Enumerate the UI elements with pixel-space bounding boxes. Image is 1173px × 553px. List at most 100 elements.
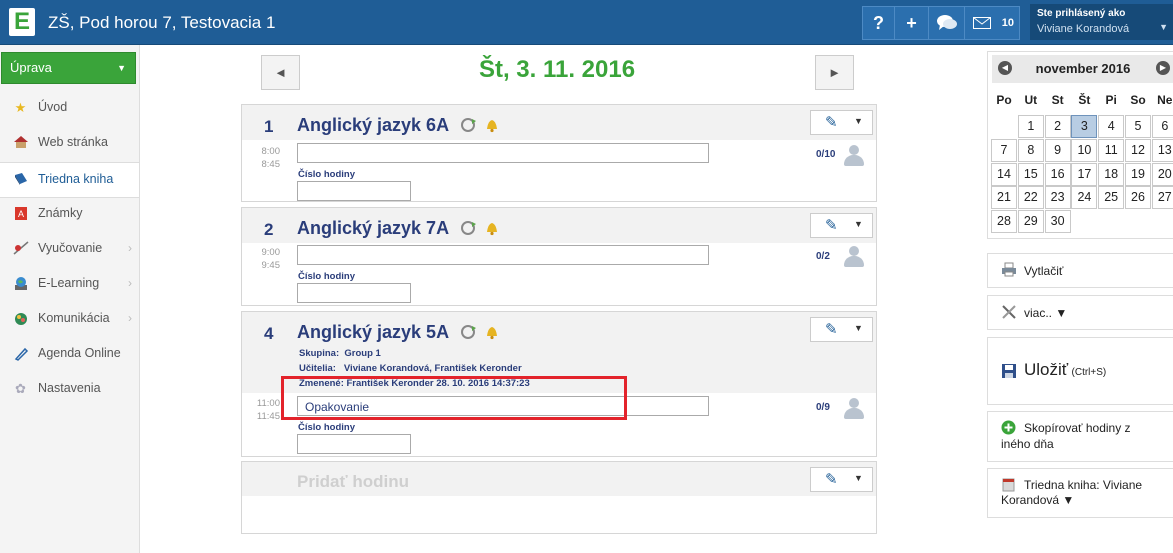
- sidebar-item-agenda-online[interactable]: Agenda Online: [0, 337, 139, 371]
- lesson-number-input[interactable]: [297, 181, 411, 201]
- lesson-time: 11:00 11:45: [250, 397, 280, 423]
- calendar-day[interactable]: 23: [1044, 186, 1071, 210]
- calendar-day[interactable]: 6: [1151, 115, 1173, 138]
- class-book-button[interactable]: Triedna kniha: Viviane Korandová ▼: [987, 468, 1173, 518]
- calendar-day[interactable]: 25: [1098, 186, 1125, 210]
- topic-input[interactable]: [297, 245, 709, 265]
- printer-icon: [1001, 262, 1017, 280]
- lesson-number-label: Číslo hodiny: [298, 271, 355, 282]
- settings-icon: ✿: [15, 381, 26, 396]
- copy-label-line1: Skopírovať hodiny z: [1024, 421, 1131, 435]
- sidebar-item-uvod[interactable]: ★ Úvod: [0, 91, 139, 125]
- next-month-button[interactable]: ▶: [1156, 61, 1170, 75]
- lesson-number-label: Číslo hodiny: [298, 422, 355, 433]
- calendar-day[interactable]: 27: [1151, 186, 1173, 210]
- app-logo[interactable]: E: [9, 8, 35, 36]
- topic-input[interactable]: [297, 143, 709, 163]
- day-title: Št, 3. 11. 2016: [478, 56, 636, 83]
- calendar-day[interactable]: 7: [991, 138, 1017, 162]
- save-label: Uložiť (Ctrl+S): [1024, 360, 1106, 380]
- calendar-day[interactable]: 13: [1151, 138, 1173, 162]
- teachers-value: Viviane Korandová, František Keronder: [343, 363, 522, 374]
- weekday-label: Po: [996, 93, 1012, 107]
- lesson-subject[interactable]: Anglický jazyk 5A: [297, 322, 449, 343]
- sidebar-item-label: Vyučovanie: [38, 241, 103, 255]
- edit-mode-button[interactable]: Úprava ▼: [1, 52, 136, 84]
- sidebar-item-komunikacia[interactable]: Komunikácia ›: [0, 302, 139, 336]
- user-menu[interactable]: Ste prihlásený ako Viviane Korandová ▼: [1030, 4, 1173, 40]
- teachers-label: Učitelia:: [299, 363, 336, 374]
- calendar-day[interactable]: 28: [991, 210, 1017, 234]
- calendar-day[interactable]: 11: [1098, 138, 1125, 162]
- calendar-day[interactable]: 30: [1044, 210, 1071, 234]
- pen-icon: [12, 346, 29, 362]
- sidebar-item-nastavenia[interactable]: ✿ Nastavenia: [0, 372, 139, 406]
- lesson-card: 1 Anglický jazyk 6A ✎ ▼ 8:00 8:45 Číslo ho…: [241, 104, 877, 202]
- lesson-number-input[interactable]: [297, 283, 411, 303]
- calendar-day[interactable]: 20: [1151, 162, 1173, 186]
- more-button[interactable]: viac.. ▼: [987, 295, 1173, 330]
- calendar-day[interactable]: 21: [991, 186, 1017, 210]
- add-lesson-label[interactable]: Pridať hodinu: [297, 472, 409, 492]
- attendance-icon[interactable]: [841, 246, 867, 268]
- sidebar-item-znamky[interactable]: A Známky: [0, 197, 139, 231]
- calendar-day[interactable]: 16: [1044, 162, 1071, 186]
- next-day-button[interactable]: ►: [815, 55, 854, 90]
- add-button[interactable]: +: [894, 6, 929, 40]
- previous-month-button[interactable]: ◀: [998, 61, 1012, 75]
- attendance-count[interactable]: 0/9: [816, 402, 830, 413]
- lesson-subject[interactable]: Anglický jazyk 6A: [297, 115, 449, 136]
- lesson-subject[interactable]: Anglický jazyk 7A: [297, 218, 449, 239]
- calendar-day[interactable]: 4: [1098, 115, 1125, 138]
- edit-icon: ✎: [825, 114, 838, 131]
- attendance-count[interactable]: 0/10: [816, 149, 835, 160]
- sidebar-item-triedna-kniha[interactable]: Triedna kniha: [0, 162, 139, 198]
- attendance-icon[interactable]: [841, 398, 867, 420]
- mail-button[interactable]: 10: [964, 6, 1020, 40]
- calendar-day[interactable]: 14: [991, 162, 1017, 186]
- print-button[interactable]: Vytlačiť: [987, 253, 1173, 288]
- edit-lesson-button[interactable]: ✎ ▼: [810, 317, 873, 342]
- sidebar-item-web[interactable]: Web stránka: [0, 126, 139, 160]
- lesson-number-input[interactable]: [297, 434, 411, 454]
- calendar-day[interactable]: 1: [1017, 115, 1044, 138]
- calendar-day[interactable]: 29: [1017, 210, 1044, 234]
- sidebar-item-vyucovanie[interactable]: Vyučovanie ›: [0, 232, 139, 266]
- calendar-day[interactable]: 19: [1125, 162, 1151, 186]
- copy-lessons-button[interactable]: Skopírovať hodiny z iného dňa: [987, 411, 1173, 462]
- save-button[interactable]: Uložiť (Ctrl+S): [987, 337, 1173, 405]
- calendar-day[interactable]: 2: [1044, 115, 1071, 138]
- calendar-day[interactable]: 18: [1098, 162, 1125, 186]
- start-time: 8:00: [261, 146, 281, 157]
- user-name: Viviane Korandová: [1037, 23, 1130, 35]
- globe-icon: [12, 276, 29, 292]
- lesson-number: 1: [264, 117, 274, 136]
- messages-button[interactable]: [928, 6, 965, 40]
- edit-lesson-button[interactable]: ✎ ▼: [810, 467, 873, 492]
- calendar-day[interactable]: 26: [1125, 186, 1151, 210]
- lesson-time: 8:00 8:45: [250, 145, 281, 171]
- edit-lesson-button[interactable]: ✎ ▼: [810, 213, 873, 238]
- calendar-day[interactable]: 22: [1017, 186, 1044, 210]
- help-button[interactable]: ?: [862, 6, 895, 40]
- house-icon: [12, 135, 29, 151]
- calendar-day[interactable]: 8: [1017, 138, 1044, 162]
- sidebar-item-e-learning[interactable]: E-Learning ›: [0, 267, 139, 301]
- user-caption: Ste prihlásený ako: [1037, 8, 1126, 19]
- attendance-icon[interactable]: [841, 145, 867, 167]
- calendar-day[interactable]: 5: [1125, 115, 1151, 138]
- teachers-info: Učitelia: Viviane Korandová, František K…: [299, 363, 522, 374]
- chevron-down-icon: ▼: [854, 116, 863, 126]
- calendar-day[interactable]: 15: [1017, 162, 1044, 186]
- calendar-day[interactable]: 10: [1071, 138, 1098, 162]
- edit-lesson-button[interactable]: ✎ ▼: [810, 110, 873, 135]
- calendar-day[interactable]: 3: [1071, 115, 1098, 138]
- attendance-count[interactable]: 0/2: [816, 251, 830, 262]
- previous-day-button[interactable]: ◄: [261, 55, 300, 90]
- calendar-day[interactable]: 17: [1071, 162, 1098, 186]
- calendar-day[interactable]: 12: [1125, 138, 1151, 162]
- bell-icon: [485, 117, 499, 136]
- calendar-day[interactable]: 9: [1044, 138, 1071, 162]
- refresh-icon: [460, 117, 477, 136]
- calendar-day[interactable]: 24: [1071, 186, 1098, 210]
